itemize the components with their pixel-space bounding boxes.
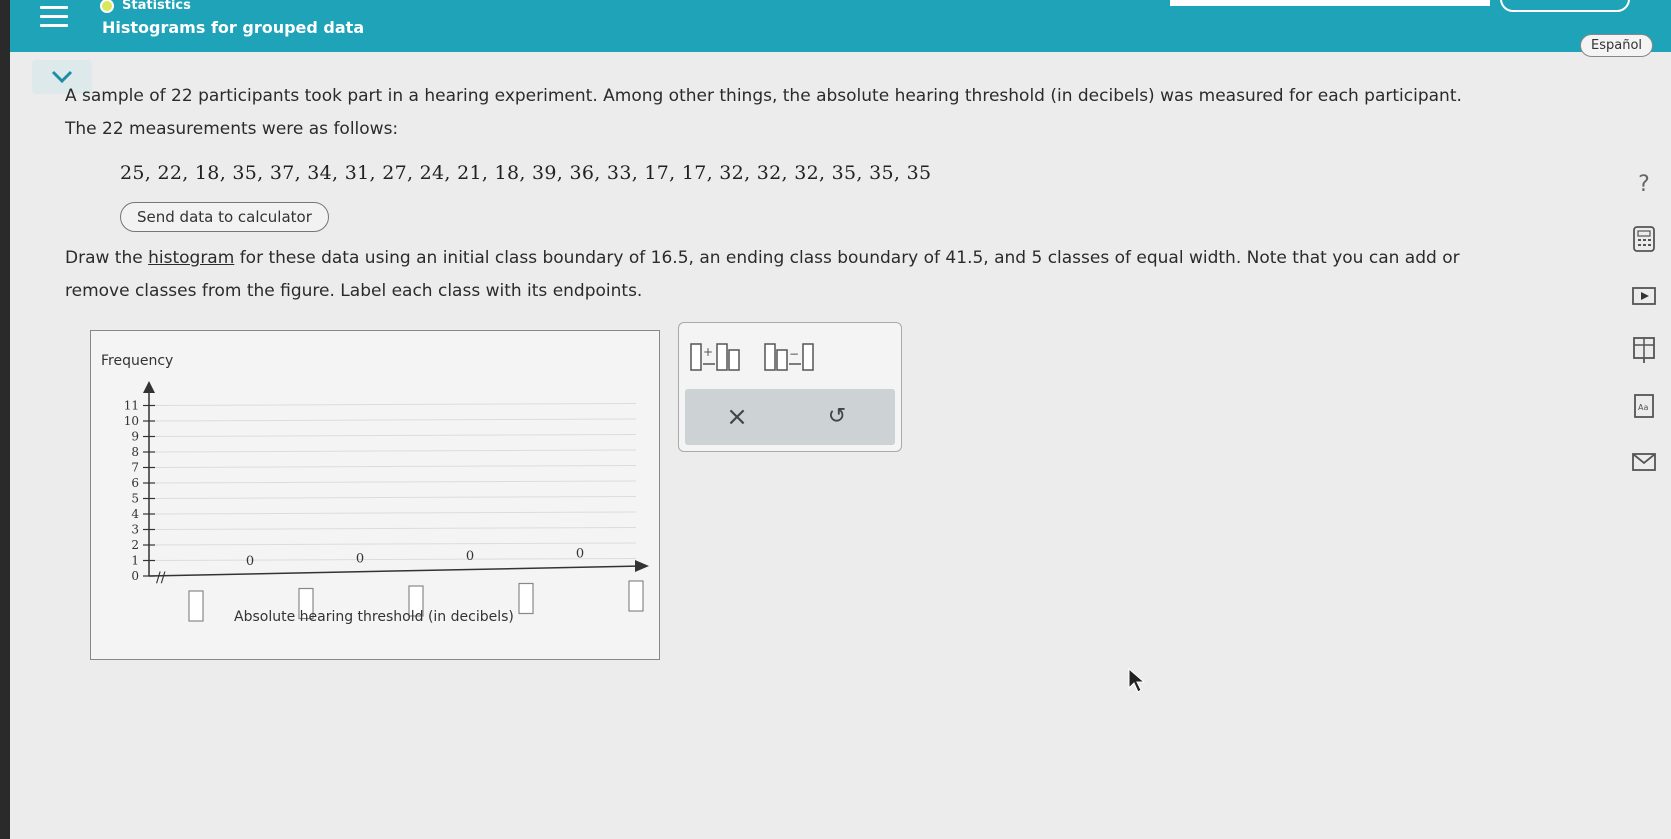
y-ticks: 01 23 45 67 89 1011 xyxy=(124,399,155,583)
bar-labels: 0 0 0 0 xyxy=(246,547,584,570)
progress-dot-icon xyxy=(100,0,114,13)
grid-line xyxy=(148,558,637,561)
grid-line xyxy=(148,418,637,422)
y-tick-label: 8 xyxy=(131,445,139,459)
help-icon[interactable]: ? xyxy=(1630,170,1658,198)
instruction-text-2: for these data using an initial class bo… xyxy=(65,248,1460,301)
y-tick-label: 6 xyxy=(131,476,139,490)
message-icon[interactable] xyxy=(1630,448,1658,476)
x-axis xyxy=(148,565,644,577)
endpoint-input-box[interactable] xyxy=(188,590,204,622)
video-icon[interactable] xyxy=(1630,282,1658,310)
y-tick-label: 7 xyxy=(131,461,139,475)
topic-title: Histograms for grouped data xyxy=(102,18,365,37)
y-tick-label: 0 xyxy=(131,569,139,583)
instruction-text-1: Draw the xyxy=(65,248,149,268)
y-tick-label: 11 xyxy=(124,399,139,413)
svg-text:Aa: Aa xyxy=(1638,403,1648,412)
bar-value-label: 0 xyxy=(466,549,474,564)
y-tick-label: 10 xyxy=(124,414,139,428)
problem-intro: A sample of 22 participants took part in… xyxy=(65,86,1462,139)
grid-lines xyxy=(148,403,637,561)
y-tick-label: 1 xyxy=(131,554,139,568)
subject-label: Statistics xyxy=(100,0,191,13)
axis-break-icon: // xyxy=(156,570,166,586)
grid-line xyxy=(148,496,637,499)
remove-class-button[interactable]: − xyxy=(763,337,823,377)
menu-icon[interactable] xyxy=(40,6,68,28)
topbar-pill-button[interactable] xyxy=(1500,0,1630,12)
endpoint-input-box[interactable] xyxy=(628,580,644,612)
svg-text:−: − xyxy=(789,347,799,361)
remove-class-icon: − xyxy=(764,343,814,371)
endpoint-input-box[interactable] xyxy=(518,582,534,615)
svg-text:+: + xyxy=(703,345,713,359)
calculator-icon[interactable] xyxy=(1630,225,1658,253)
bar-value-label: 0 xyxy=(356,552,364,567)
grid-line xyxy=(148,480,637,484)
histogram-graph[interactable]: Frequency // 0 1 2 3 4 5 6 7 8 9 10 11 0000 Absolut… xyxy=(90,330,660,660)
y-tick-label: 5 xyxy=(131,492,139,506)
grid-line xyxy=(148,511,637,515)
grid-line xyxy=(148,403,637,406)
grid-line xyxy=(148,465,637,468)
language-button[interactable]: Español xyxy=(1580,34,1654,57)
mouse-cursor-icon xyxy=(1128,668,1146,693)
y-axis-arrow xyxy=(143,381,155,393)
histogram-link[interactable]: histogram xyxy=(148,248,234,268)
y-tick-label: 9 xyxy=(131,430,139,444)
data-table-icon[interactable] xyxy=(1630,336,1658,364)
grid-line xyxy=(148,527,637,530)
clear-button[interactable]: × xyxy=(715,399,759,435)
bar-value-label: 0 xyxy=(246,554,254,569)
bar-value-label: 0 xyxy=(576,547,584,562)
add-class-icon: + xyxy=(690,343,740,371)
x-axis-arrow xyxy=(635,560,649,572)
data-values: 25, 22, 18, 35, 37, 34, 31, 27, 24, 21, … xyxy=(120,162,932,184)
subject-text: Statistics xyxy=(122,0,191,13)
problem-instruction: Draw the histogram for these data using … xyxy=(65,242,1515,308)
action-bar: × ↺ xyxy=(685,389,895,445)
send-data-button[interactable]: Send data to calculator xyxy=(120,202,329,232)
app-screen: Statistics Histograms for grouped data E… xyxy=(10,0,1671,839)
grid-line xyxy=(148,434,637,437)
glossary-icon[interactable]: Aa xyxy=(1630,392,1658,420)
x-axis-label: Absolute hearing threshold (in decibels) xyxy=(234,609,514,625)
y-tick-label: 4 xyxy=(131,507,139,521)
top-bar: Statistics Histograms for grouped data xyxy=(10,0,1671,52)
y-tick-label: 2 xyxy=(131,538,139,552)
topbar-progress-bar xyxy=(1170,0,1490,6)
undo-button[interactable]: ↺ xyxy=(815,399,859,435)
graph-tools-panel: + − × ↺ xyxy=(678,322,902,452)
grid-line xyxy=(148,449,637,453)
grid-line xyxy=(148,542,637,546)
y-tick-label: 3 xyxy=(131,523,139,537)
add-class-button[interactable]: + xyxy=(689,337,749,377)
